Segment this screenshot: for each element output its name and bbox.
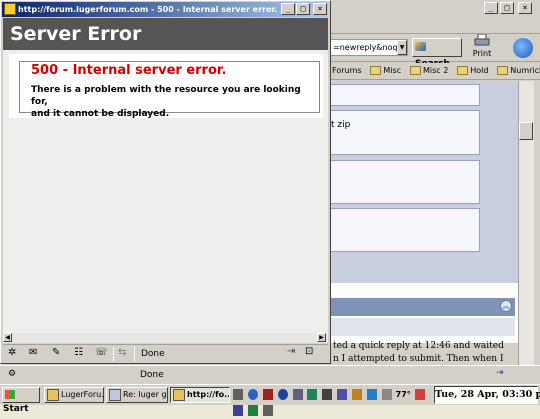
tray-app-icon[interactable] [247, 405, 258, 416]
post-header-bar [330, 298, 515, 316]
popup-maximize-button[interactable]: □ [296, 3, 310, 15]
tray-app-icon[interactable] [414, 389, 425, 400]
bookmark-item[interactable]: Forums [330, 63, 364, 78]
collapse-icon[interactable]: ︽ [500, 300, 512, 312]
app-icon [109, 388, 121, 401]
status-separator [134, 347, 135, 361]
folder-icon [457, 66, 469, 75]
tray-app-icon[interactable] [366, 389, 377, 400]
seamonkey-logo-icon [513, 38, 533, 58]
popup-title: http://forum.lugerforum.com - 500 - Inte… [18, 5, 278, 14]
popup-close-button[interactable]: × [313, 3, 327, 15]
volume-icon[interactable] [233, 389, 243, 400]
folder-icon [370, 66, 382, 75]
bg-minimize-button[interactable]: _ [484, 2, 498, 14]
start-button[interactable]: Start [2, 387, 40, 414]
post-subheader [330, 318, 515, 336]
popup-status-text: Done [141, 349, 165, 359]
form-box [330, 110, 480, 155]
messenger-icon[interactable] [277, 389, 288, 400]
window-app-icon [4, 3, 16, 15]
bookmark-folder[interactable]: Numrich [495, 63, 540, 78]
form-box [330, 208, 480, 252]
bg-close-button[interactable]: × [518, 2, 532, 14]
component-bar-icon[interactable]: ⚙ [8, 369, 22, 381]
bg-vertical-scrollbar[interactable] [518, 81, 534, 283]
error-title: 500 - Internal server error. [31, 63, 227, 78]
print-button[interactable]: Print [470, 33, 494, 60]
folder-icon [409, 66, 421, 75]
address-book-icon[interactable]: ☷ [74, 347, 88, 359]
bg-lower-scrollbar[interactable] [518, 283, 534, 365]
taskbar-button-lugerforum[interactable]: LugerForu... [44, 387, 104, 403]
bg-menu-bar [330, 18, 540, 34]
system-tray: 77° [232, 387, 432, 416]
online-icon[interactable]: ⇥ [496, 368, 504, 378]
popup-horizontal-scrollbar[interactable]: ◀ ▶ [3, 333, 328, 343]
status-separator [113, 347, 114, 361]
bookmarks-toolbar: Forums Misc Misc 2 Hold Numrich [330, 63, 540, 80]
app-icon [173, 388, 185, 401]
search-button[interactable]: Search [412, 38, 462, 69]
scroll-right-arrow-icon[interactable]: ▶ [317, 333, 326, 342]
form-box [330, 160, 480, 204]
scroll-left-arrow-icon[interactable]: ◀ [3, 333, 12, 342]
windows-logo-icon [5, 390, 15, 399]
post-fragment-text: t zip [331, 120, 351, 130]
start-label: Start [3, 404, 29, 414]
tray-app-icon[interactable] [337, 389, 348, 400]
popup-blocked-icon[interactable]: ⊡ [305, 346, 313, 357]
temperature-readout: 77° [395, 390, 411, 399]
error-message-line: There is a problem with the resource you… [31, 85, 301, 107]
security-icon: ⇆ [118, 347, 127, 358]
bg-status-text: Done [140, 370, 164, 380]
taskbar-button-http-forum[interactable]: http://fo... [170, 387, 230, 403]
bookmark-folder[interactable]: Hold [455, 63, 490, 78]
mail-icon[interactable]: ✉ [29, 347, 43, 359]
navigator-icon[interactable]: ✲ [8, 347, 22, 359]
tray-app-icon[interactable] [352, 389, 362, 400]
taskbar-button-re-luger[interactable]: Re: luger g... [106, 387, 168, 403]
form-box [330, 84, 480, 106]
popup-status-bar: ✲ ✉ ✎ ☷ ☏ ⇆ Done ⇥ ⊡ [3, 344, 328, 362]
popup-minimize-button[interactable]: _ [281, 3, 295, 15]
print-label: Print [472, 49, 492, 58]
error-page-header: Server Error [3, 18, 328, 50]
taskbar-clock[interactable]: Tue, 28 Apr, 03:30 pm [434, 386, 540, 404]
tray-app-icon[interactable] [262, 405, 273, 416]
bg-scrollbar-thumb[interactable] [519, 122, 533, 140]
tray-app-icon[interactable] [381, 389, 392, 400]
app-icon [47, 388, 59, 401]
display-icon[interactable] [292, 389, 303, 400]
bg-status-bar: ⚙ Done ⇥ [0, 365, 540, 383]
post-text-line: ted a quick reply at 12:46 and waited [333, 341, 504, 351]
bg-maximize-button[interactable]: □ [500, 2, 514, 14]
tray-app-icon[interactable] [233, 405, 243, 416]
antivirus-icon[interactable] [262, 389, 273, 400]
bookmark-folder[interactable]: Misc [368, 63, 403, 78]
search-icon [415, 42, 426, 51]
online-status-icon[interactable]: ⇥ [287, 346, 295, 357]
chat-icon[interactable]: ☏ [95, 347, 109, 359]
monitor-icon[interactable] [307, 389, 318, 400]
tray-app-icon[interactable] [322, 389, 333, 400]
folder-icon [497, 66, 509, 75]
network-icon[interactable] [247, 389, 258, 400]
error-message: There is a problem with the resource you… [31, 84, 317, 120]
post-text: ted a quick reply at 12:46 and waited n … [333, 340, 513, 366]
bookmark-folder[interactable]: Misc 2 [408, 63, 450, 78]
error-message-line: and it cannot be displayed. [31, 109, 170, 119]
url-dropdown-button[interactable]: ▼ [397, 40, 407, 55]
composer-icon[interactable]: ✎ [52, 347, 66, 359]
printer-icon [474, 33, 490, 46]
